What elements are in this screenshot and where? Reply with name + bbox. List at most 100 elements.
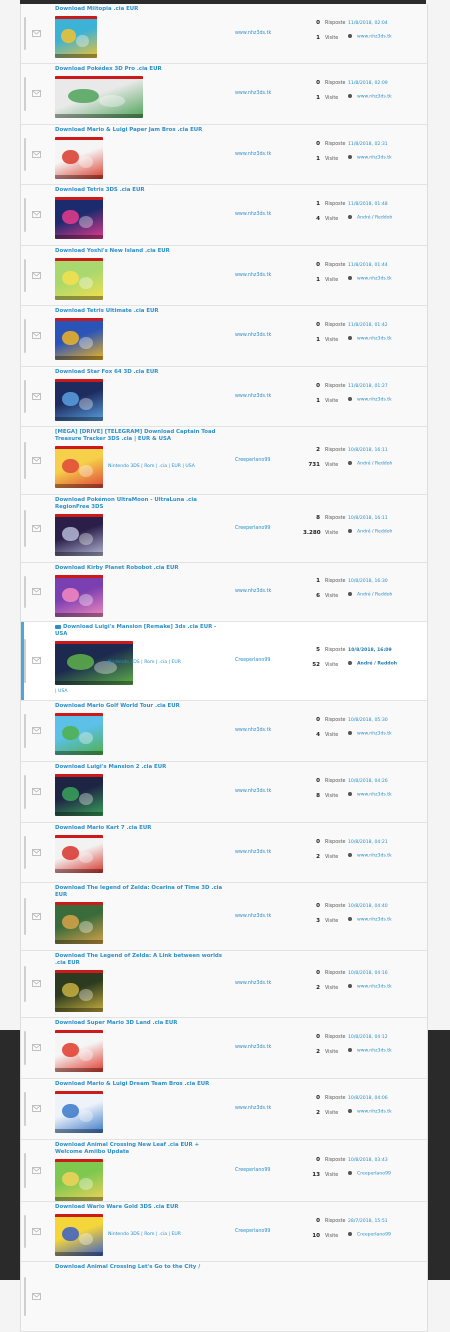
- game-cover-image[interactable]: [55, 197, 103, 239]
- last-post-author-link[interactable]: www.nhz3ds.tk: [348, 1109, 427, 1115]
- topic-author-link[interactable]: www.nhz3ds.tk: [235, 1106, 271, 1111]
- topic-tags[interactable]: Nintendo 3DS | Rom | .cia | EUR | USA: [108, 464, 195, 469]
- last-post-author-link[interactable]: www.nhz3ds.tk: [348, 1048, 427, 1054]
- topic-row[interactable]: Download Mario & Luigi Dream Team Bros .…: [21, 1079, 427, 1140]
- last-post-author-link[interactable]: www.nhz3ds.tk: [348, 731, 427, 737]
- topic-author-link[interactable]: www.nhz3ds.tk: [235, 333, 271, 338]
- game-cover-image[interactable]: [55, 16, 97, 58]
- topic-row[interactable]: Download Pokédex 3D Pro .cia EUR www.nhz3…: [21, 64, 427, 125]
- topic-title-link[interactable]: Download Kirby Planet Robobot .cia EUR: [55, 565, 225, 572]
- topic-row[interactable]: [MEGA] [DRIVE] [TELEGRAM] Download Capta…: [21, 427, 427, 495]
- topic-title-link[interactable]: Download Star Fox 64 3D .cia EUR: [55, 369, 225, 376]
- last-post-date-link[interactable]: 10/8/2018, 05:30: [348, 718, 427, 723]
- last-post-date-link[interactable]: 10/8/2018, 03:43: [348, 1158, 427, 1163]
- topic-tags-continued[interactable]: | USA: [55, 689, 68, 694]
- topic-author-link[interactable]: www.nhz3ds.tk: [235, 212, 271, 217]
- topic-author-link[interactable]: www.nhz3ds.tk: [235, 981, 271, 986]
- topic-row[interactable]: Download Luigi's Mansion [Remake] 3ds .c…: [21, 622, 427, 701]
- game-cover-image[interactable]: [55, 575, 103, 617]
- topic-row[interactable]: Download Yoshi's New Island .cia EUR www.…: [21, 246, 427, 306]
- game-cover-image[interactable]: [55, 1159, 103, 1201]
- topic-title-link[interactable]: Download Super Mario 3D Land .cia EUR: [55, 1020, 225, 1027]
- game-cover-image[interactable]: [55, 970, 103, 1012]
- topic-title-link[interactable]: Download The legend of Zelda: Ocarina of…: [55, 885, 225, 899]
- last-post-author-link[interactable]: www.nhz3ds.tk: [348, 94, 427, 100]
- topic-title-link[interactable]: Download The Legend of Zelda: A Link bet…: [55, 953, 225, 967]
- topic-author-link[interactable]: Creeperlano99: [235, 1229, 270, 1234]
- topic-title-link[interactable]: Download Luigi's Mansion 2 .cia EUR: [55, 764, 225, 771]
- last-post-date-link[interactable]: 11/8/2018, 01:42: [348, 323, 427, 328]
- topic-author-link[interactable]: www.nhz3ds.tk: [235, 1045, 271, 1050]
- last-post-author-link[interactable]: www.nhz3ds.tk: [348, 396, 427, 402]
- topic-title-link[interactable]: Download Mario Kart 7 .cia EUR: [55, 825, 225, 832]
- last-post-date-link[interactable]: 11/8/2018, 02:31: [348, 142, 427, 147]
- last-post-date-link[interactable]: 10/8/2018, 04:06: [348, 1096, 427, 1101]
- game-cover-image[interactable]: [55, 835, 103, 873]
- game-cover-image[interactable]: [55, 514, 103, 556]
- topic-row[interactable]: Download Mario Golf World Tour .cia EUR w…: [21, 701, 427, 762]
- topic-title-link[interactable]: Download Mario & Luigi Dream Team Bros .…: [55, 1081, 225, 1088]
- topic-row[interactable]: Download Pokémon UltraMoon - UltraLuna .…: [21, 495, 427, 563]
- last-post-author-link[interactable]: www.nhz3ds.tk: [348, 336, 427, 342]
- topic-row[interactable]: Download Tetris 3DS .cia EUR www.nhz3ds.t…: [21, 185, 427, 246]
- topic-title-link[interactable]: Download Luigi's Mansion [Remake] 3ds .c…: [55, 624, 225, 638]
- game-cover-image[interactable]: [55, 713, 103, 755]
- last-post-date-link[interactable]: 11/8/2018, 01:44: [348, 263, 427, 268]
- last-post-date-link[interactable]: 10/8/2018, 16:30: [348, 579, 427, 584]
- topic-author-link[interactable]: www.nhz3ds.tk: [235, 914, 271, 919]
- topic-author-link[interactable]: Creeperlano99: [235, 526, 270, 531]
- topic-row[interactable]: Download Tetris Ultimate .cia EUR www.nhz…: [21, 306, 427, 367]
- topic-row[interactable]: Download Super Mario 3D Land .cia EUR www…: [21, 1018, 427, 1079]
- topic-row[interactable]: Download Mario Kart 7 .cia EUR www.nhz3ds…: [21, 823, 427, 883]
- game-cover-image[interactable]: [55, 76, 143, 118]
- last-post-author-link[interactable]: www.nhz3ds.tk: [348, 275, 427, 281]
- last-post-date-link[interactable]: 11/8/2018, 01:27: [348, 384, 427, 389]
- last-post-date-link[interactable]: 11/8/2018, 02:04: [348, 21, 427, 26]
- game-cover-image[interactable]: [55, 1214, 103, 1256]
- last-post-author-link[interactable]: André / Reddoh: [348, 592, 427, 598]
- game-cover-image[interactable]: [55, 1091, 103, 1133]
- last-post-date-link[interactable]: 10/8/2018, 04:16: [348, 971, 427, 976]
- last-post-date-link[interactable]: 10/8/2018, 04:26: [348, 779, 427, 784]
- topic-author-link[interactable]: www.nhz3ds.tk: [235, 91, 271, 96]
- topic-author-link[interactable]: Creeperlano99: [235, 658, 270, 663]
- topic-author-link[interactable]: Creeperlano99: [235, 458, 270, 463]
- topic-title-link[interactable]: Download Tetris Ultimate .cia EUR: [55, 308, 225, 315]
- topic-tags[interactable]: Nintendo 3DS | Rom | .cia | EUR: [108, 660, 181, 665]
- game-cover-image[interactable]: [55, 446, 103, 488]
- topic-title-link[interactable]: Download Pokédex 3D Pro .cia EUR: [55, 66, 225, 73]
- topic-row[interactable]: Download The Legend of Zelda: A Link bet…: [21, 951, 427, 1018]
- last-post-author-link[interactable]: www.nhz3ds.tk: [348, 984, 427, 990]
- topic-tags[interactable]: Nintendo 3DS | Rom | .cia | EUR: [108, 1232, 181, 1237]
- game-cover-image[interactable]: [55, 258, 103, 300]
- last-post-date-link[interactable]: 10/8/2018, 16:09: [348, 648, 427, 653]
- last-post-date-link[interactable]: 10/8/2018, 16:11: [348, 448, 427, 453]
- topic-author-link[interactable]: www.nhz3ds.tk: [235, 273, 271, 278]
- last-post-date-link[interactable]: 10/8/2018, 16:11: [348, 516, 427, 521]
- last-post-author-link[interactable]: André / Reddoh: [348, 528, 427, 534]
- game-cover-image[interactable]: [55, 774, 103, 816]
- topic-row[interactable]: Download Miitopia .cia EUR www.nhz3ds.tk 0…: [21, 4, 427, 64]
- last-post-date-link[interactable]: 10/8/2018, 04:12: [348, 1035, 427, 1040]
- last-post-author-link[interactable]: André / Reddoh: [348, 661, 427, 667]
- topic-row[interactable]: Download Star Fox 64 3D .cia EUR www.nhz3…: [21, 367, 427, 427]
- last-post-date-link[interactable]: 11/8/2018, 01:48: [348, 202, 427, 207]
- last-post-author-link[interactable]: www.nhz3ds.tk: [348, 852, 427, 858]
- topic-title-link[interactable]: Download Tetris 3DS .cia EUR: [55, 187, 225, 194]
- game-cover-image[interactable]: [55, 379, 103, 421]
- last-post-author-link[interactable]: www.nhz3ds.tk: [348, 154, 427, 160]
- topic-author-link[interactable]: www.nhz3ds.tk: [235, 31, 271, 36]
- topic-row[interactable]: Download Animal Crossing New Leaf .cia E…: [21, 1140, 427, 1202]
- last-post-date-link[interactable]: 28/7/2018, 15:51: [348, 1219, 427, 1224]
- topic-row[interactable]: Download Luigi's Mansion 2 .cia EUR www.n…: [21, 762, 427, 823]
- topic-title-link[interactable]: Download Pokémon UltraMoon - UltraLuna .…: [55, 497, 225, 511]
- topic-title-link[interactable]: Download Yoshi's New Island .cia EUR: [55, 248, 225, 255]
- topic-author-link[interactable]: www.nhz3ds.tk: [235, 152, 271, 157]
- last-post-author-link[interactable]: www.nhz3ds.tk: [348, 916, 427, 922]
- last-post-author-link[interactable]: www.nhz3ds.tk: [348, 792, 427, 798]
- topic-author-link[interactable]: Creeperlano99: [235, 1168, 270, 1173]
- topic-author-link[interactable]: www.nhz3ds.tk: [235, 589, 271, 594]
- topic-row[interactable]: Download Wario Ware Gold 3DS .cia EUR Nin…: [21, 1202, 427, 1262]
- topic-title-link[interactable]: Download Miitopia .cia EUR: [55, 6, 225, 13]
- topic-row[interactable]: Download Mario & Luigi Paper Jam Bros .c…: [21, 125, 427, 185]
